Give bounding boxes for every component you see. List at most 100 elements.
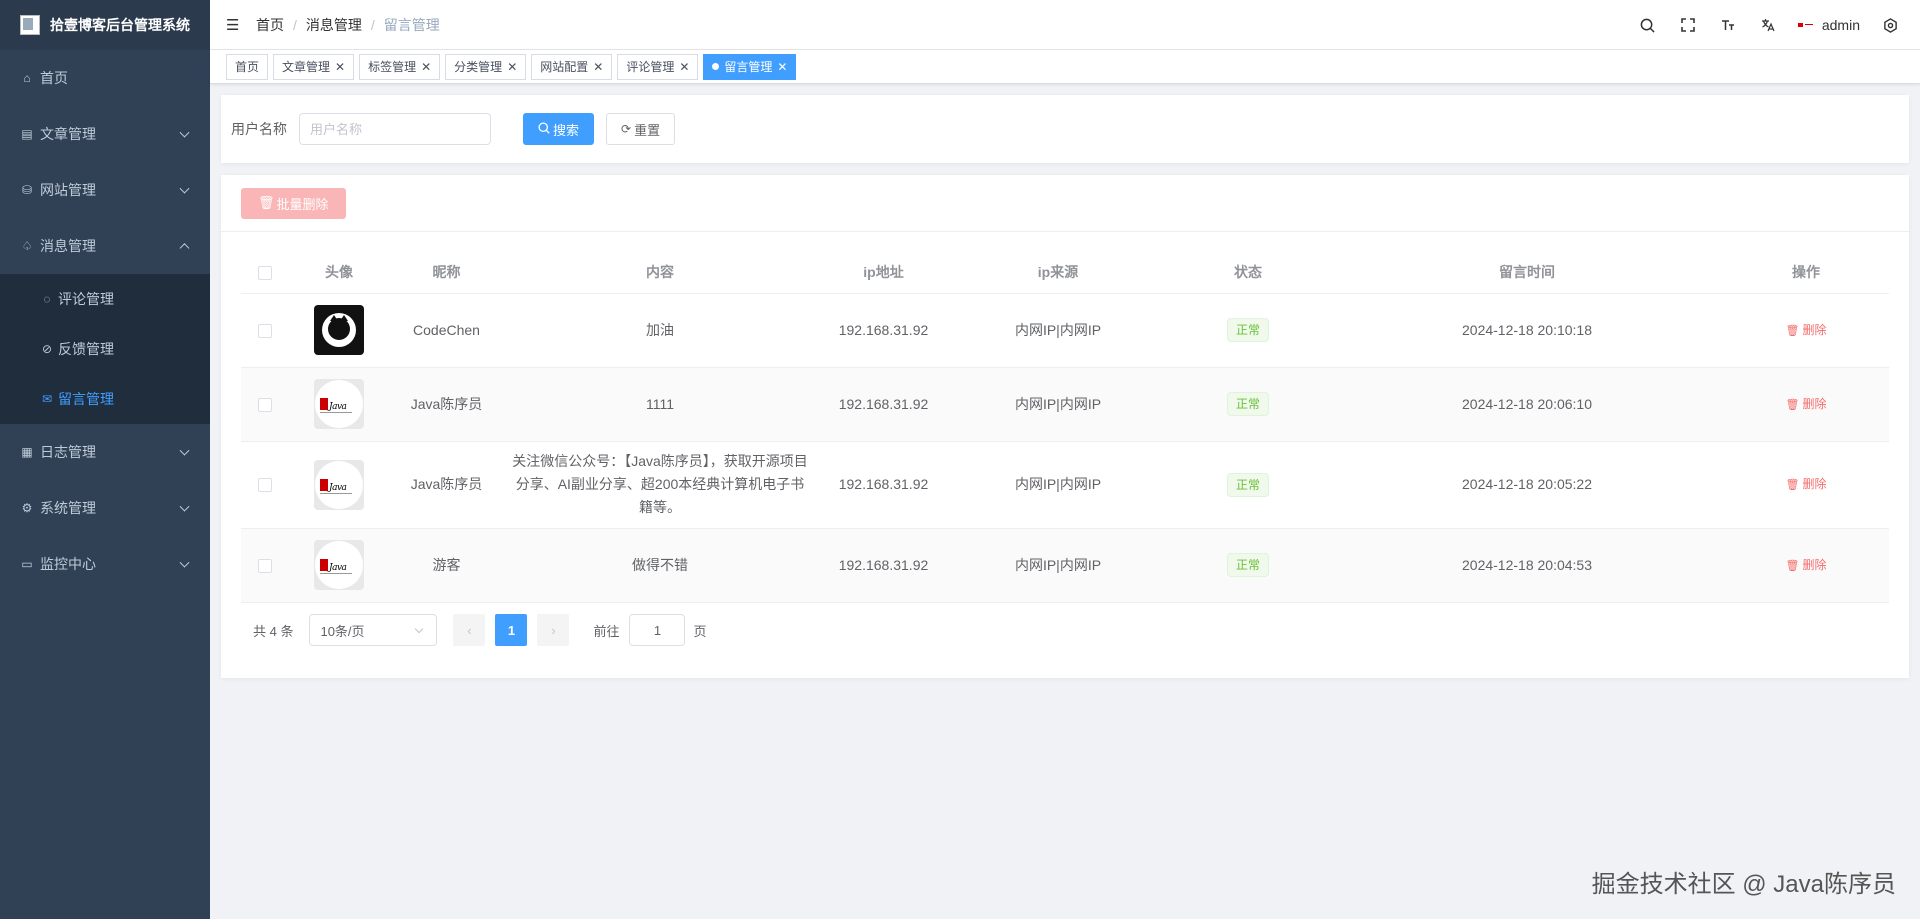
row-checkbox[interactable] <box>258 478 272 493</box>
close-icon[interactable]: ✕ <box>593 60 603 74</box>
sidebar-item-feedback[interactable]: ⊘ 反馈管理 <box>0 324 210 374</box>
close-icon[interactable]: ✕ <box>777 60 787 74</box>
settings-icon[interactable] <box>1880 15 1900 35</box>
delete-button[interactable]: 🗑 删除 <box>1786 397 1827 411</box>
next-page-button[interactable]: › <box>537 614 570 646</box>
delete-label: 删除 <box>1802 396 1827 411</box>
goto-label: 前往 <box>593 623 620 639</box>
select-all-checkbox[interactable] <box>258 265 272 280</box>
tag-home[interactable]: 首页 <box>226 53 269 80</box>
tag-label: 标签管理 <box>368 60 417 74</box>
search-button-label: 搜索 <box>553 122 580 138</box>
breadcrumb-item-current: 留言管理 <box>383 16 440 33</box>
cell-time: 2024-12-18 20:04:53 <box>1331 528 1723 603</box>
tag-site-config[interactable]: 网站配置 ✕ <box>531 53 613 80</box>
avatar-logo-text: Java <box>329 563 347 573</box>
row-checkbox[interactable] <box>258 558 272 573</box>
delete-button[interactable]: 🗑 删除 <box>1786 323 1827 337</box>
cell-ip: 192.168.31.92 <box>816 528 951 603</box>
search-icon[interactable] <box>1638 15 1658 35</box>
sidebar-item-monitor[interactable]: ▭ 监控中心 <box>0 536 210 592</box>
sidebar-item-home[interactable]: ⌂ 首页 <box>0 50 210 106</box>
username[interactable]: admin <box>1822 17 1860 33</box>
column-header: 内容 <box>504 251 816 294</box>
logo-image <box>20 15 40 35</box>
sidebar-item-guestbook[interactable]: ✉ 留言管理 <box>0 374 210 424</box>
prev-page-button[interactable]: ‹ <box>453 614 486 646</box>
website-icon: ⛁ <box>21 183 33 197</box>
sidebar-item-comments[interactable]: ◌ 评论管理 <box>0 274 210 324</box>
toolbar: 🗑 批量删除 <box>221 175 1909 232</box>
fullscreen-icon[interactable] <box>1678 15 1698 35</box>
message-icon: ✉ <box>41 392 53 406</box>
pagination: 共 4 条 10条/页 ‹ 1 › 前往 页 <box>253 614 707 646</box>
goto-page-input[interactable] <box>629 614 686 646</box>
avatar-logo-text: Java <box>329 402 347 412</box>
sidebar: 拾壹博客后台管理系统 ⌂ 首页 ▤ 文章管理 ⛁ 网站管理 ♤ 消息管理 ◌ 评… <box>0 0 210 919</box>
username-input[interactable] <box>299 113 491 145</box>
tag-guestbook[interactable]: 留言管理 ✕ <box>703 53 797 80</box>
sidebar-item-website[interactable]: ⛁ 网站管理 <box>0 162 210 218</box>
search-button[interactable]: 搜索 <box>523 113 595 145</box>
close-icon[interactable]: ✕ <box>335 60 345 74</box>
octocat-icon <box>328 315 350 340</box>
avatar-icon[interactable] <box>1797 20 1814 30</box>
batch-delete-button[interactable]: 🗑 批量删除 <box>241 187 346 219</box>
cell-nickname: CodeChen <box>389 293 504 368</box>
sidebar-item-label: 监控中心 <box>40 556 96 572</box>
breadcrumb: 首页 / 消息管理 / 留言管理 <box>256 15 440 35</box>
log-icon: ▦ <box>21 445 33 459</box>
translate-icon[interactable] <box>1758 15 1778 35</box>
bell-icon: ♤ <box>21 239 33 253</box>
refresh-icon: ⟳ <box>621 122 632 136</box>
reset-button[interactable]: ⟳ 重置 <box>606 113 676 145</box>
monitor-icon: ▭ <box>21 557 33 571</box>
pagination-total: 共 4 条 <box>253 623 294 639</box>
close-icon[interactable]: ✕ <box>679 60 689 74</box>
cell-ip-source: 内网IP|内网IP <box>951 528 1165 603</box>
column-header: 头像 <box>289 251 389 294</box>
close-icon[interactable]: ✕ <box>421 60 431 74</box>
tag-categories[interactable]: 分类管理 ✕ <box>445 53 527 80</box>
breadcrumb-item[interactable]: 消息管理 <box>306 15 362 35</box>
avatar: Java <box>314 459 364 510</box>
cell-time: 2024-12-18 20:10:18 <box>1331 293 1723 368</box>
chevron-down-icon <box>179 127 190 138</box>
column-header: 留言时间 <box>1331 251 1723 294</box>
sidebar-item-messages[interactable]: ♤ 消息管理 <box>0 218 210 274</box>
row-checkbox[interactable] <box>258 323 272 338</box>
table-row: Java Java陈序员 关注微信公众号：【Java陈序员】，获取开源项目分享、… <box>241 441 1889 529</box>
page-number[interactable]: 1 <box>495 614 528 646</box>
delete-button[interactable]: 🗑 删除 <box>1786 477 1827 491</box>
font-size-icon[interactable] <box>1718 15 1738 35</box>
trash-icon: 🗑 <box>1785 479 1800 491</box>
tag-label: 分类管理 <box>454 60 503 74</box>
sidebar-item-logs[interactable]: ▦ 日志管理 <box>0 424 210 480</box>
delete-label: 删除 <box>1802 477 1827 491</box>
tags-view: 首页 文章管理 ✕ 标签管理 ✕ 分类管理 ✕ 网站配置 ✕ 评论管理 ✕ 留言… <box>210 50 1920 84</box>
logo[interactable]: 拾壹博客后台管理系统 <box>0 0 210 50</box>
status-badge: 正常 <box>1226 472 1269 497</box>
hamburger-icon[interactable]: ☰ <box>226 16 242 34</box>
avatar <box>314 305 364 355</box>
tag-comments[interactable]: 评论管理 ✕ <box>617 53 699 80</box>
column-header: 操作 <box>1723 251 1889 294</box>
username-label: 用户名称 <box>231 121 287 137</box>
java-logo-icon <box>320 478 328 491</box>
cell-time: 2024-12-18 20:05:22 <box>1331 441 1723 529</box>
delete-button[interactable]: 🗑 删除 <box>1786 558 1827 572</box>
comment-icon: ◌ <box>43 292 51 306</box>
tag-articles[interactable]: 文章管理 ✕ <box>273 53 355 80</box>
cell-nickname: Java陈序员 <box>389 441 504 529</box>
table-row: Java Java陈序员 1111 192.168.31.92 内网IP|内网I… <box>241 367 1889 442</box>
tag-labels[interactable]: 标签管理 ✕ <box>359 53 441 80</box>
breadcrumb-item[interactable]: 首页 <box>256 15 284 35</box>
close-icon[interactable]: ✕ <box>507 60 517 74</box>
status-badge: 正常 <box>1226 318 1269 342</box>
page-size-select[interactable]: 10条/页 <box>309 614 438 646</box>
sidebar-item-system[interactable]: ⚙ 系统管理 <box>0 480 210 536</box>
sidebar-item-label: 网站管理 <box>40 182 96 198</box>
row-checkbox[interactable] <box>258 397 272 412</box>
avatar: Java <box>314 540 364 590</box>
sidebar-item-articles[interactable]: ▤ 文章管理 <box>0 106 210 162</box>
